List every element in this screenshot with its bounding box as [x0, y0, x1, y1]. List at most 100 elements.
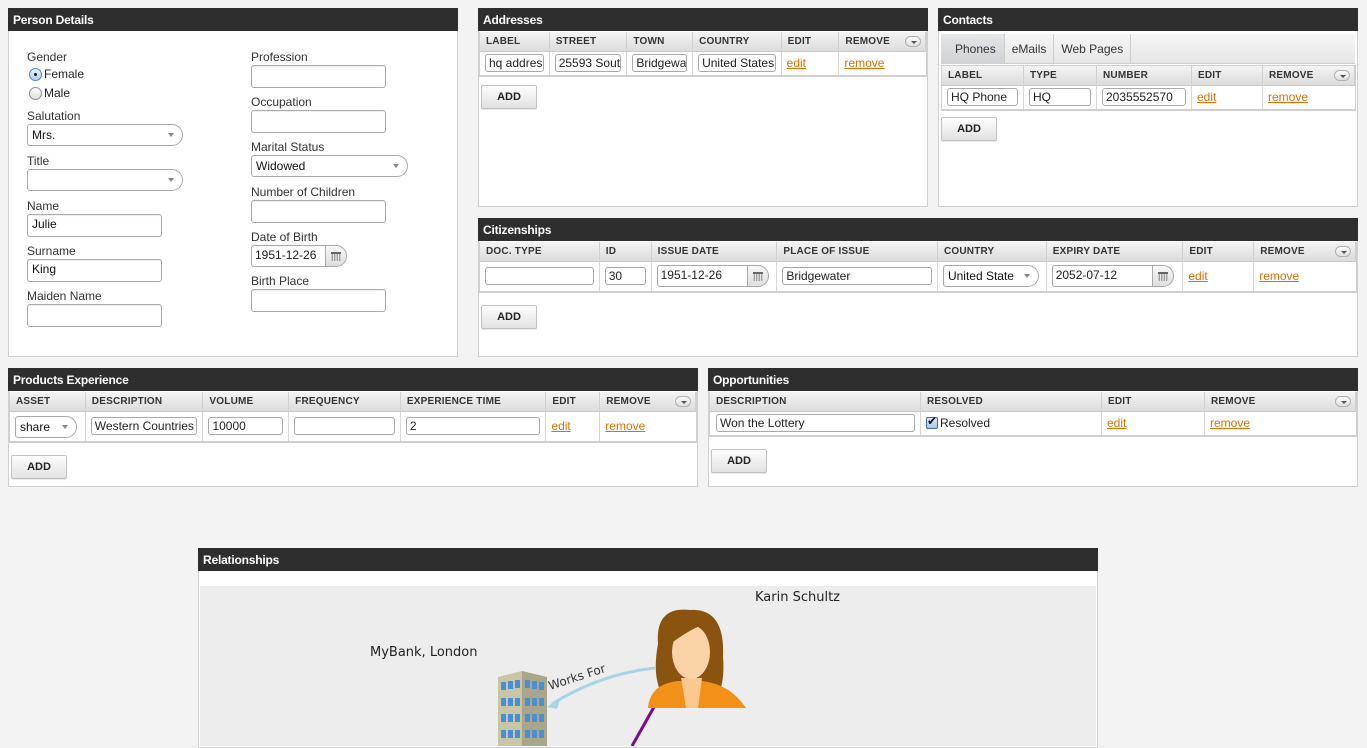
column-header[interactable]: TOWN [627, 32, 694, 52]
table-header: ASSET DESCRIPTION VOLUME FREQUENCY EXPER… [10, 392, 696, 412]
occupation-input[interactable] [251, 110, 386, 133]
birth-place-input[interactable] [251, 289, 386, 312]
add-citizenship-button[interactable]: ADD [481, 305, 537, 329]
remove-link[interactable]: remove [605, 419, 645, 433]
marital-status-select[interactable]: Widowed [251, 155, 408, 177]
column-header[interactable]: ISSUE DATE [652, 242, 778, 262]
column-header[interactable]: REMOVE [1205, 392, 1356, 412]
node-label-karin-schultz[interactable]: Karin Schultz [755, 590, 840, 605]
column-header[interactable]: COUNTRY [938, 242, 1047, 262]
column-header[interactable]: EXPIRY DATE [1047, 242, 1184, 262]
contacts-tabs: Phones eMails Web Pages [941, 34, 1355, 64]
column-header[interactable]: LABEL [480, 32, 550, 52]
dob-date-picker[interactable]: 1951-12-26 [251, 245, 347, 267]
column-header[interactable]: DESCRIPTION [86, 392, 204, 412]
remove-link[interactable]: remove [844, 56, 884, 70]
column-header[interactable]: EDIT [1192, 66, 1263, 86]
node-label-mybank-london[interactable]: MyBank, London [370, 645, 477, 660]
column-header[interactable]: TYPE [1024, 66, 1097, 86]
panel-title: Addresses [478, 8, 928, 31]
column-menu-icon[interactable] [1335, 246, 1351, 257]
doc-type-input[interactable] [485, 267, 594, 285]
column-header[interactable]: STREET [550, 32, 628, 52]
salutation-select[interactable]: Mrs. [27, 124, 183, 146]
edit-link[interactable]: edit [1107, 416, 1126, 430]
remove-link[interactable]: remove [1268, 90, 1308, 104]
column-header[interactable]: EDIT [546, 392, 601, 412]
place-of-issue-input[interactable]: Bridgewater [782, 267, 932, 285]
number-input[interactable]: 2035552570 [1102, 88, 1186, 106]
children-input[interactable] [251, 200, 386, 223]
column-menu-icon[interactable] [1335, 396, 1351, 407]
name-input[interactable]: Julie [27, 214, 162, 237]
column-header[interactable]: DOC. TYPE [480, 242, 600, 262]
remove-link[interactable]: remove [1259, 269, 1299, 283]
add-opportunity-button[interactable]: ADD [711, 449, 767, 473]
edit-link[interactable]: edit [551, 419, 570, 433]
column-header[interactable]: PLACE OF ISSUE [777, 242, 938, 262]
add-address-button[interactable]: ADD [481, 85, 537, 109]
issue-date-picker[interactable]: 1951-12-26 [656, 265, 772, 287]
surname-input[interactable]: King [27, 259, 162, 282]
column-header[interactable]: EDIT [782, 32, 840, 52]
profession-label: Profession [251, 50, 308, 64]
calendar-icon[interactable] [746, 265, 769, 287]
country-select[interactable]: United State [942, 265, 1039, 287]
town-input[interactable]: Bridgewater [632, 54, 688, 72]
country-input[interactable]: United States [698, 54, 776, 72]
experience-time-input[interactable]: 2 [405, 417, 541, 435]
column-menu-icon[interactable] [1334, 70, 1350, 81]
frequency-input[interactable] [294, 417, 395, 435]
column-header[interactable]: EXPERIENCE TIME [401, 392, 547, 412]
label-input[interactable]: HQ Phone [947, 88, 1018, 106]
column-menu-icon[interactable] [905, 36, 921, 47]
column-header[interactable]: ASSET [10, 392, 86, 412]
tab-web-pages[interactable]: Web Pages [1054, 34, 1132, 63]
maiden-name-input[interactable] [27, 304, 162, 327]
children-label: Number of Children [251, 185, 356, 199]
column-header[interactable]: EDIT [1102, 392, 1205, 412]
type-input[interactable]: HQ [1029, 88, 1091, 106]
gender-female-radio[interactable]: Female [29, 67, 84, 81]
dob-input[interactable]: 1951-12-26 [251, 245, 325, 267]
calendar-icon[interactable] [1151, 265, 1174, 287]
street-input[interactable]: 25593 South [554, 54, 622, 72]
products-table: ASSET DESCRIPTION VOLUME FREQUENCY EXPER… [9, 392, 697, 443]
calendar-icon[interactable] [325, 245, 347, 267]
column-header[interactable]: NUMBER [1097, 66, 1192, 86]
column-menu-icon[interactable] [675, 396, 691, 407]
description-input[interactable]: Won the Lottery [716, 414, 915, 432]
gender-male-radio[interactable]: Male [29, 86, 70, 100]
relationship-diagram[interactable]: Works For Karin Schultz MyBank, London [200, 586, 1096, 746]
tab-emails[interactable]: eMails [1005, 34, 1055, 63]
column-header[interactable]: ID [600, 242, 652, 262]
column-header[interactable]: RESOLVED [921, 392, 1102, 412]
profession-input[interactable] [251, 65, 386, 88]
column-header[interactable]: VOLUME [203, 392, 290, 412]
asset-select[interactable]: share [15, 416, 77, 438]
column-header[interactable]: FREQUENCY [289, 392, 401, 412]
remove-link[interactable]: remove [1210, 416, 1250, 430]
id-input[interactable]: 30 [604, 267, 646, 285]
volume-input[interactable]: 10000 [208, 417, 284, 435]
column-header[interactable]: EDIT [1183, 242, 1255, 262]
title-select[interactable] [27, 169, 183, 191]
relationship-graph: Works For [498, 609, 746, 746]
tab-phones[interactable]: Phones [941, 34, 1005, 63]
expiry-date-picker[interactable]: 2052-07-12 [1051, 265, 1178, 287]
column-header[interactable]: LABEL [942, 66, 1024, 86]
description-input[interactable]: Western Countries [90, 417, 198, 435]
maiden-name-label: Maiden Name [27, 289, 102, 303]
edit-link[interactable]: edit [1188, 269, 1207, 283]
expiry-date-input[interactable]: 2052-07-12 [1051, 265, 1152, 287]
issue-date-input[interactable]: 1951-12-26 [656, 265, 747, 287]
resolved-checkbox[interactable] [926, 414, 938, 429]
add-product-button[interactable]: ADD [11, 455, 67, 479]
edit-link[interactable]: edit [787, 56, 806, 70]
column-header[interactable]: DESCRIPTION [710, 392, 921, 412]
add-contact-button[interactable]: ADD [941, 117, 997, 141]
column-header[interactable]: COUNTRY [693, 32, 782, 52]
panel-title: Contacts [938, 8, 1358, 31]
label-input[interactable]: hq address [485, 54, 544, 72]
edit-link[interactable]: edit [1197, 90, 1216, 104]
